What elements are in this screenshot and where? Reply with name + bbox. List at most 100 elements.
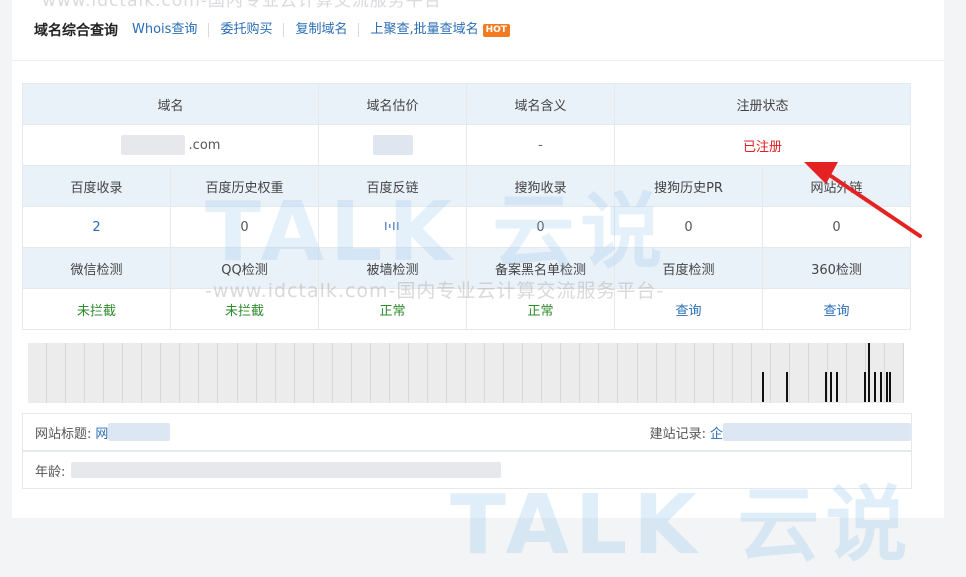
header-360-check: 360检测 <box>762 247 912 289</box>
history-bar-column <box>333 343 352 403</box>
history-bar-column <box>599 343 619 403</box>
header-meaning: 域名含义 <box>466 83 616 125</box>
header-domain: 域名 <box>21 83 320 125</box>
domain-cell: .com <box>21 124 320 166</box>
sogou-index-value: 0 <box>466 206 616 248</box>
domain-suffix: .com <box>188 137 221 153</box>
history-bar-column <box>790 343 809 403</box>
site-title-label: 网站标题: <box>35 426 92 442</box>
history-bar-column <box>714 343 733 403</box>
history-bar-column <box>218 343 238 403</box>
history-bar-column <box>733 343 752 403</box>
header-valuation: 域名估价 <box>318 83 468 125</box>
history-bar-column <box>314 343 333 403</box>
history-bar-column <box>638 343 657 403</box>
history-bar-column <box>676 343 695 403</box>
baidu-weight-value: 0 <box>169 206 320 248</box>
external-links-value: 0 <box>762 206 912 248</box>
tab-delegate-buy[interactable]: 委托购买 <box>208 23 283 37</box>
meaning-cell: - <box>466 124 616 166</box>
history-bar-column <box>66 343 86 403</box>
tab-batch-query[interactable]: 上聚查,批量查域名 <box>358 23 489 37</box>
history-bar-chart <box>28 343 905 403</box>
history-bar-column <box>295 343 314 403</box>
blurred-site-title <box>108 423 171 441</box>
table-row: 微信检测 QQ检测 被墙检测 备案黑名单检测 百度检测 360检测 <box>22 247 912 289</box>
history-bar-column <box>161 343 181 403</box>
header-wall-check: 被墙检测 <box>318 247 468 289</box>
blurred-age <box>71 462 502 478</box>
tab-title: 域名综合查询 <box>34 23 118 39</box>
history-bar-column <box>523 343 543 403</box>
history-bar-column <box>618 343 638 403</box>
tab-whois[interactable]: Whois查询 <box>132 23 208 37</box>
wall-check-value: 正常 <box>318 288 468 330</box>
header-qq-check: QQ检测 <box>169 247 320 289</box>
history-spike <box>864 372 866 402</box>
history-bar-column <box>580 343 600 403</box>
history-spike <box>825 372 827 402</box>
header-baidu-check: 百度检测 <box>614 247 764 289</box>
history-spike <box>868 343 870 402</box>
table-row: 百度收录 百度历史权重 百度反链 搜狗收录 搜狗历史PR 网站外链 <box>22 165 912 207</box>
table-row: 2 0 0 0 0 <box>22 206 912 248</box>
history-bar-column <box>28 343 48 403</box>
qq-check-value: 未拦截 <box>169 288 320 330</box>
history-bar-column <box>371 343 390 403</box>
table-row: .com - 已注册 <box>21 124 912 166</box>
history-bar-column <box>485 343 505 403</box>
header-baidu-weight: 百度历史权重 <box>169 165 320 207</box>
watermark-top-text: www.idctalk.com-国内专业云计算交流服务平台 <box>42 0 442 11</box>
history-bar-column <box>504 343 524 403</box>
history-spike <box>889 372 891 402</box>
history-spike <box>830 372 832 402</box>
history-bar-column <box>180 343 200 403</box>
header-sogou-pr: 搜狗历史PR <box>614 165 764 207</box>
header-baidu-backlinks: 百度反链 <box>318 165 468 207</box>
domain-info-table: 域名 域名估价 域名含义 注册状态 .com - 已注册 百度收录 百度历史权重… <box>21 83 912 330</box>
blurred-valuation <box>372 135 413 155</box>
history-spike <box>880 372 882 402</box>
history-bar-column <box>47 343 67 403</box>
header-blacklist-check: 备案黑名单检测 <box>466 247 616 289</box>
record-value[interactable]: 企 <box>710 423 723 442</box>
sogou-pr-value: 0 <box>614 206 764 248</box>
table-row: 域名 域名估价 域名含义 注册状态 <box>21 83 912 125</box>
baidu-index-value[interactable]: 2 <box>22 206 171 248</box>
history-spike <box>874 372 876 402</box>
blacklist-check-value: 正常 <box>466 288 616 330</box>
history-bar-column <box>542 343 562 403</box>
history-bar-column <box>390 343 409 403</box>
barcode-icon <box>384 221 399 230</box>
history-bar-column <box>257 343 276 403</box>
blurred-record <box>723 423 911 441</box>
valuation-cell <box>318 124 468 166</box>
table-row: 未拦截 未拦截 正常 正常 查询 查询 <box>22 288 912 330</box>
hot-badge: HOT <box>482 23 510 37</box>
history-bar-column <box>447 343 467 403</box>
history-spike <box>762 372 764 402</box>
history-bar-column <box>561 343 581 403</box>
history-bar-column <box>695 343 714 403</box>
header-reg-status: 注册状态 <box>614 83 912 125</box>
history-bar-column <box>142 343 162 403</box>
history-spike <box>786 372 788 402</box>
history-spike <box>836 372 838 402</box>
baidu-backlinks-value <box>318 206 468 248</box>
site-title-value[interactable]: 网 <box>95 423 108 442</box>
baidu-check-link[interactable]: 查询 <box>614 288 764 330</box>
age-label: 年龄: <box>35 464 66 480</box>
history-bar-column <box>428 343 448 403</box>
history-bar-column <box>352 343 371 403</box>
history-spike <box>886 372 888 402</box>
history-bar-column <box>199 343 219 403</box>
360-check-link[interactable]: 查询 <box>762 288 912 330</box>
wechat-check-value: 未拦截 <box>22 288 171 330</box>
history-bar-column <box>104 343 124 403</box>
header-baidu-index: 百度收录 <box>22 165 171 207</box>
tab-nav: 域名综合查询 Whois查询 委托购买 复制域名 上聚查,批量查域名 HOT <box>34 20 510 40</box>
history-bar-column <box>657 343 676 403</box>
tab-copy-domain[interactable]: 复制域名 <box>283 23 358 37</box>
history-bar-column <box>276 343 295 403</box>
history-bar-column <box>123 343 143 403</box>
